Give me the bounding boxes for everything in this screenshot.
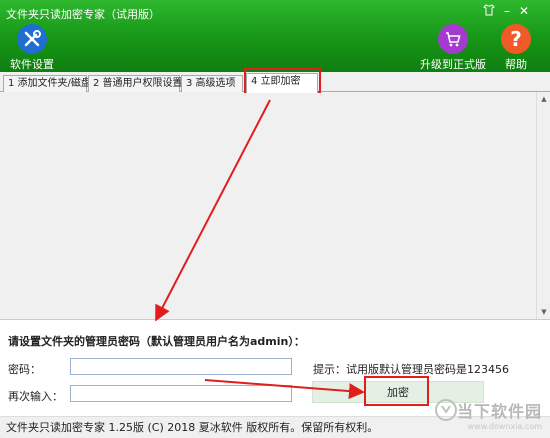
watermark-text: 当下软件园 bbox=[456, 402, 542, 421]
title-bar: 文件夹只读加密专家（试用版） – ✕ 软件设置 升级到正式版 ? 帮助 bbox=[0, 0, 550, 72]
confirm-password-label: 再次输入： bbox=[8, 390, 63, 403]
help-label: 帮助 bbox=[505, 58, 527, 71]
minimize-icon[interactable]: – bbox=[500, 4, 514, 18]
list-area[interactable]: ▲ ▼ bbox=[0, 92, 550, 320]
upgrade-button[interactable]: 升级到正式版 bbox=[418, 24, 488, 72]
confirm-password-input[interactable] bbox=[70, 385, 292, 402]
upgrade-label: 升级到正式版 bbox=[420, 58, 486, 71]
tab-user-permissions[interactable]: 2 普通用户权限设置 bbox=[88, 75, 183, 92]
help-button[interactable]: ? 帮助 bbox=[500, 24, 532, 72]
watermark-logo-icon bbox=[434, 399, 457, 421]
cart-icon bbox=[438, 24, 468, 54]
question-icon: ? bbox=[501, 24, 531, 54]
password-input[interactable] bbox=[70, 358, 292, 375]
skin-icon[interactable] bbox=[482, 4, 496, 19]
scroll-down-icon[interactable]: ▼ bbox=[537, 305, 550, 319]
tab-add-folder[interactable]: 1 添加文件夹/磁盘 bbox=[3, 75, 91, 92]
window-title: 文件夹只读加密专家（试用版） bbox=[6, 8, 160, 21]
settings-button[interactable]: 软件设置 bbox=[8, 24, 56, 72]
tab-bar: 1 添加文件夹/磁盘 2 普通用户权限设置 3 高级选项 4 立即加密 bbox=[0, 72, 550, 93]
scroll-up-icon[interactable]: ▲ bbox=[537, 92, 550, 106]
form-heading: 请设置文件夹的管理员密码（默认管理员用户名为admin）： bbox=[8, 335, 305, 348]
hint-text: 提示：试用版默认管理员密码是123456 bbox=[313, 363, 509, 376]
password-label: 密码： bbox=[8, 363, 41, 376]
tab-encrypt-now[interactable]: 4 立即加密 bbox=[246, 73, 318, 93]
settings-label: 软件设置 bbox=[10, 58, 54, 71]
watermark-url: www.downxia.com bbox=[467, 422, 542, 431]
wrench-screwdriver-icon bbox=[17, 24, 47, 54]
vertical-scrollbar[interactable]: ▲ ▼ bbox=[536, 92, 550, 319]
tab-advanced[interactable]: 3 高级选项 bbox=[181, 75, 243, 92]
close-icon[interactable]: ✕ bbox=[517, 4, 531, 18]
watermark: 当下软件园 www.downxia.com bbox=[434, 398, 542, 431]
